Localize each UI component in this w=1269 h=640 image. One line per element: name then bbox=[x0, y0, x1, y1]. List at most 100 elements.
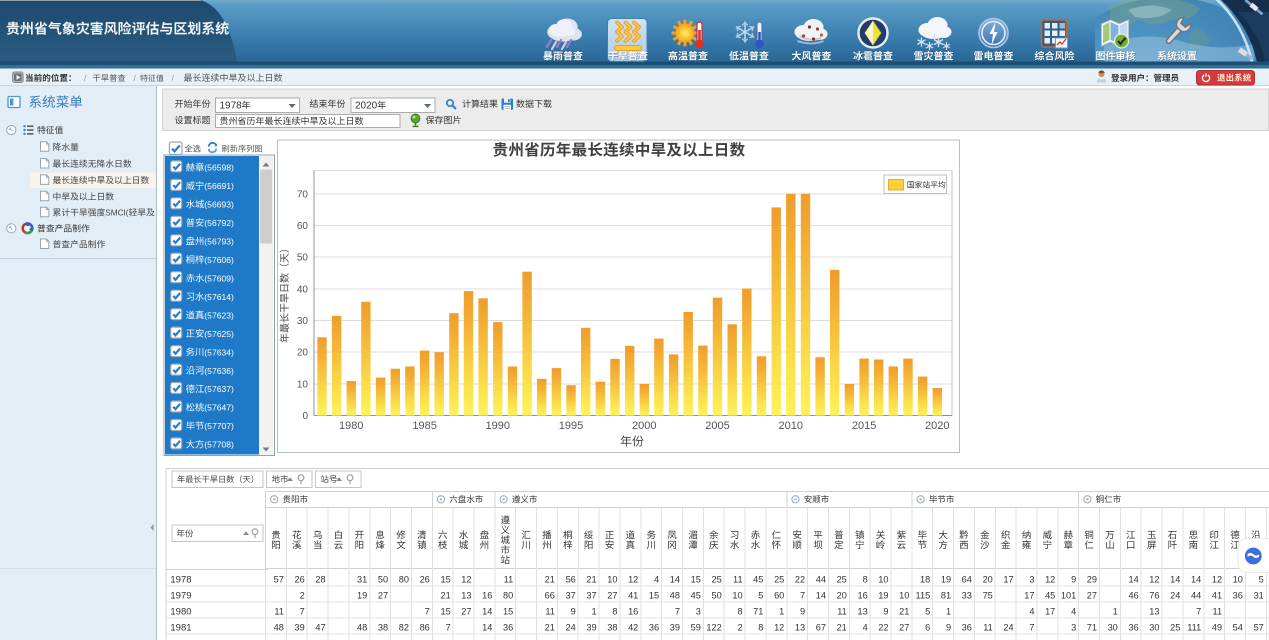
svg-text:12: 12 bbox=[461, 574, 471, 584]
svg-text:(57708): (57708) bbox=[204, 440, 234, 450]
svg-text:3: 3 bbox=[1071, 623, 1076, 633]
svg-text:4: 4 bbox=[1071, 607, 1076, 617]
svg-text:54: 54 bbox=[1233, 623, 1243, 633]
svg-text:14: 14 bbox=[482, 623, 492, 633]
svg-text:24: 24 bbox=[1170, 590, 1180, 600]
svg-text:36: 36 bbox=[962, 623, 972, 633]
svg-text:4: 4 bbox=[863, 623, 868, 633]
svg-text:(57637): (57637) bbox=[204, 384, 234, 394]
svg-text:7: 7 bbox=[800, 590, 805, 600]
svg-text:(56792): (56792) bbox=[204, 218, 234, 228]
svg-text:13: 13 bbox=[857, 607, 867, 617]
svg-text:80: 80 bbox=[399, 574, 409, 584]
svg-text:1978: 1978 bbox=[170, 574, 191, 585]
svg-text:1980: 1980 bbox=[170, 607, 191, 618]
svg-text:8: 8 bbox=[863, 574, 868, 584]
svg-text:7: 7 bbox=[675, 607, 680, 617]
svg-text:59: 59 bbox=[691, 623, 701, 633]
svg-text:10: 10 bbox=[297, 379, 309, 390]
svg-text:82: 82 bbox=[399, 623, 409, 633]
svg-text:3: 3 bbox=[696, 607, 701, 617]
svg-text:20: 20 bbox=[983, 574, 993, 584]
svg-text:29: 29 bbox=[1087, 574, 1097, 584]
svg-text:1995: 1995 bbox=[559, 420, 583, 432]
svg-text:12: 12 bbox=[774, 623, 784, 633]
svg-text:60: 60 bbox=[297, 221, 309, 232]
svg-text:5: 5 bbox=[758, 590, 763, 600]
svg-text:19: 19 bbox=[941, 574, 951, 584]
svg-text:41: 41 bbox=[628, 590, 638, 600]
svg-text:24: 24 bbox=[1003, 623, 1013, 633]
svg-text:7: 7 bbox=[446, 623, 451, 633]
svg-text:(57707): (57707) bbox=[204, 421, 234, 431]
svg-text:4: 4 bbox=[1029, 607, 1034, 617]
svg-text:13: 13 bbox=[795, 623, 805, 633]
svg-text:27: 27 bbox=[461, 607, 471, 617]
svg-text:47: 47 bbox=[315, 623, 325, 633]
svg-text:48: 48 bbox=[357, 623, 367, 633]
svg-text:27: 27 bbox=[899, 623, 909, 633]
svg-text:17: 17 bbox=[1045, 607, 1055, 617]
svg-text:10: 10 bbox=[1233, 574, 1243, 584]
svg-text:16: 16 bbox=[628, 607, 638, 617]
svg-text:67: 67 bbox=[816, 623, 826, 633]
svg-text:20: 20 bbox=[837, 590, 847, 600]
svg-text:75: 75 bbox=[983, 590, 993, 600]
svg-text:15: 15 bbox=[440, 574, 450, 584]
svg-text:27: 27 bbox=[378, 590, 388, 600]
svg-text:57: 57 bbox=[274, 574, 284, 584]
svg-text:36: 36 bbox=[649, 623, 659, 633]
svg-text:13: 13 bbox=[461, 590, 471, 600]
svg-text:(57634): (57634) bbox=[204, 347, 234, 357]
svg-text:71: 71 bbox=[1087, 623, 1097, 633]
svg-text:42: 42 bbox=[628, 623, 638, 633]
svg-text:21: 21 bbox=[837, 623, 847, 633]
svg-text:(56693): (56693) bbox=[204, 200, 234, 210]
svg-text:(57636): (57636) bbox=[204, 366, 234, 376]
svg-text:37: 37 bbox=[566, 590, 576, 600]
svg-text:11: 11 bbox=[983, 623, 993, 633]
svg-text:1: 1 bbox=[1113, 607, 1118, 617]
svg-text:60: 60 bbox=[774, 590, 784, 600]
svg-text:5: 5 bbox=[925, 607, 930, 617]
svg-text:15: 15 bbox=[691, 574, 701, 584]
svg-text:80: 80 bbox=[503, 590, 513, 600]
svg-text:9: 9 bbox=[946, 623, 951, 633]
svg-text:81: 81 bbox=[941, 590, 951, 600]
svg-text:86: 86 bbox=[420, 623, 430, 633]
svg-text:57: 57 bbox=[1254, 623, 1264, 633]
svg-text:39: 39 bbox=[294, 623, 304, 633]
svg-text:25: 25 bbox=[774, 574, 784, 584]
svg-text:21: 21 bbox=[545, 574, 555, 584]
svg-text:15: 15 bbox=[440, 607, 450, 617]
svg-text:36: 36 bbox=[1233, 590, 1243, 600]
svg-text:12: 12 bbox=[1045, 574, 1055, 584]
svg-text:45: 45 bbox=[753, 574, 763, 584]
svg-text:14: 14 bbox=[670, 574, 680, 584]
svg-text:25: 25 bbox=[711, 574, 721, 584]
svg-text:8: 8 bbox=[612, 607, 617, 617]
svg-text:44: 44 bbox=[816, 574, 826, 584]
svg-text:(57625): (57625) bbox=[204, 329, 234, 339]
svg-text:17: 17 bbox=[1024, 590, 1034, 600]
svg-text:14: 14 bbox=[482, 607, 492, 617]
svg-text:2020: 2020 bbox=[355, 100, 378, 111]
svg-text:24: 24 bbox=[566, 623, 576, 633]
svg-text:26: 26 bbox=[294, 574, 304, 584]
svg-text:1979: 1979 bbox=[170, 590, 191, 601]
svg-text:40: 40 bbox=[297, 284, 309, 295]
svg-text:2015: 2015 bbox=[852, 420, 876, 432]
svg-text:10: 10 bbox=[878, 574, 888, 584]
svg-text:50: 50 bbox=[711, 590, 721, 600]
svg-text:71: 71 bbox=[753, 607, 763, 617]
svg-text:33: 33 bbox=[962, 590, 972, 600]
svg-text:39: 39 bbox=[670, 623, 680, 633]
svg-text:2: 2 bbox=[737, 623, 742, 633]
svg-text:15: 15 bbox=[503, 607, 513, 617]
svg-text:17: 17 bbox=[1003, 574, 1013, 584]
svg-text:(57609): (57609) bbox=[204, 273, 234, 283]
svg-text:12: 12 bbox=[1212, 574, 1222, 584]
svg-text:7: 7 bbox=[300, 607, 305, 617]
svg-text:21: 21 bbox=[899, 607, 909, 617]
svg-text:11: 11 bbox=[504, 574, 514, 584]
